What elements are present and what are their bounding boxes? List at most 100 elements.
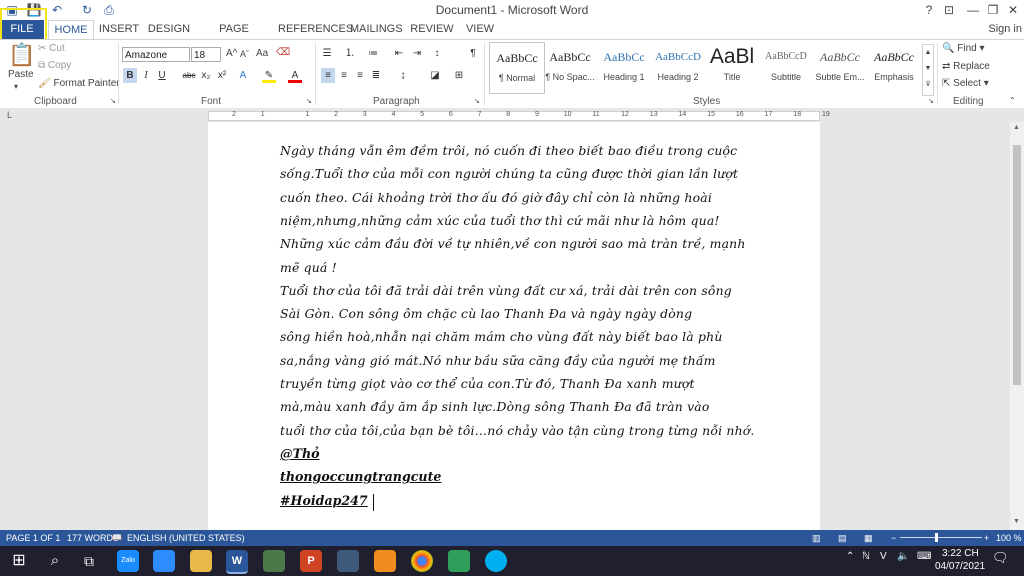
print-layout-icon[interactable]: ▤ bbox=[838, 533, 847, 544]
zoom-level[interactable]: 100 % bbox=[996, 533, 1022, 543]
paste-button[interactable]: Paste bbox=[8, 69, 34, 80]
word-taskbar-icon[interactable]: W bbox=[226, 550, 248, 574]
skype-icon[interactable] bbox=[485, 550, 507, 572]
cut-button[interactable]: ✂ Cut bbox=[38, 43, 65, 54]
styles-launcher-icon[interactable]: ↘ bbox=[928, 97, 934, 105]
document-line[interactable]: niệm,nhưng,những cảm xúc của tuổi thơ th… bbox=[280, 210, 720, 232]
style-heading-2[interactable]: AaBbCcD Heading 2 bbox=[651, 42, 705, 92]
restore-button[interactable]: ❐ bbox=[982, 0, 1004, 20]
proofing-icon[interactable]: 📖 bbox=[112, 533, 122, 542]
close-button[interactable]: ✕ bbox=[1002, 0, 1024, 20]
tab-insert[interactable]: INSERT bbox=[97, 20, 141, 39]
style-normal[interactable]: AaBbCc ¶ Normal bbox=[489, 42, 545, 94]
style-no-spacing[interactable]: AaBbCc ¶ No Spac... bbox=[543, 42, 597, 92]
tab-references[interactable]: REFERENCES bbox=[278, 20, 353, 39]
paint-icon[interactable] bbox=[337, 550, 359, 572]
style-subtle-emphasis[interactable]: AaBbCc Subtle Em... bbox=[813, 42, 867, 92]
subscript-button[interactable]: x₂ bbox=[199, 68, 213, 83]
copy-button[interactable]: ⧉ Copy bbox=[38, 60, 71, 71]
task-view-icon[interactable]: ⧉ bbox=[78, 550, 100, 572]
vertical-ruler[interactable] bbox=[0, 122, 14, 530]
app-icon[interactable] bbox=[263, 550, 285, 572]
styles-gallery-scroll[interactable]: ▲ ▼ ⊽ bbox=[922, 44, 934, 96]
speaker-icon[interactable]: 🔈 bbox=[897, 551, 909, 562]
document-line[interactable]: Ngày tháng vẫn êm đềm trôi, nó cuốn đi t… bbox=[280, 140, 737, 162]
strikethrough-button[interactable]: abc bbox=[181, 68, 197, 83]
tab-selector-icon[interactable]: L bbox=[7, 110, 12, 120]
superscript-button[interactable]: x² bbox=[215, 68, 229, 83]
read-mode-icon[interactable]: ▥ bbox=[812, 533, 821, 544]
paste-icon[interactable]: 📋 bbox=[8, 42, 35, 68]
document-line[interactable]: sống.Tuổi thơ của mỗi con người chúng ta… bbox=[280, 163, 738, 185]
document-line[interactable]: mà,màu xanh đầy ăm ắp sinh lực.Dòng sông… bbox=[280, 396, 710, 418]
format-painter-button[interactable]: 🖌 Format Painter bbox=[38, 78, 120, 89]
language-indicator[interactable]: V bbox=[880, 551, 887, 562]
font-name-box[interactable]: Amazone bbox=[122, 47, 190, 62]
scroll-up-icon[interactable]: ▲ bbox=[1013, 124, 1020, 131]
collapse-ribbon-icon[interactable]: ⌃ bbox=[1009, 96, 1016, 105]
document-line[interactable]: truyền từng giọt vào cơ thể của con.Từ đ… bbox=[280, 373, 695, 395]
minimize-button[interactable]: — bbox=[962, 0, 984, 20]
document-line[interactable]: Những xúc cảm đầu đời về tự nhiên,về con… bbox=[280, 233, 746, 255]
search-icon[interactable]: ⌕ bbox=[44, 550, 66, 572]
app-icon[interactable] bbox=[448, 550, 470, 572]
bold-button[interactable]: B bbox=[123, 68, 137, 83]
signature-line[interactable]: thongoccungtrangcute bbox=[280, 466, 441, 488]
bullets-icon[interactable]: ☰ bbox=[320, 46, 334, 61]
align-left-icon[interactable]: ≡ bbox=[321, 68, 335, 83]
tab-design[interactable]: DESIGN bbox=[146, 20, 192, 39]
document-line[interactable]: Sài Gòn. Con sông ôm chặc cù lao Thanh Đ… bbox=[280, 303, 692, 325]
scrollbar-thumb[interactable] bbox=[1013, 145, 1021, 385]
paste-dropdown-icon[interactable]: ▾ bbox=[14, 82, 18, 91]
document-line[interactable]: mẽ quá ! bbox=[280, 257, 337, 279]
numbering-icon[interactable]: ⒈ bbox=[343, 46, 357, 61]
highlight-color-icon[interactable]: ✎ bbox=[262, 68, 276, 83]
line-spacing-icon[interactable]: ↨ bbox=[396, 68, 410, 83]
justify-icon[interactable]: ≣ bbox=[369, 68, 383, 83]
zoom-slider-thumb[interactable] bbox=[935, 533, 938, 542]
zoom-in-button[interactable]: + bbox=[984, 533, 989, 543]
document-line[interactable]: Tuổi thơ của tôi đã trải dài trên vùng đ… bbox=[280, 280, 732, 302]
app-icon[interactable] bbox=[374, 550, 396, 572]
signature-line[interactable]: @Thỏ bbox=[280, 443, 320, 465]
powerpoint-icon[interactable]: P bbox=[300, 550, 322, 572]
style-emphasis[interactable]: AaBbCc Emphasis bbox=[867, 42, 921, 92]
sort-icon[interactable]: ↕ bbox=[430, 46, 444, 61]
sign-in-link[interactable]: Sign in bbox=[988, 20, 1022, 39]
tab-view[interactable]: VIEW bbox=[462, 20, 498, 39]
align-center-icon[interactable]: ≡ bbox=[337, 68, 351, 83]
shrink-font-button[interactable]: Aˇ bbox=[240, 49, 249, 59]
chrome-icon[interactable] bbox=[411, 550, 433, 572]
horizontal-ruler[interactable]: L 2 1 1 2 3 4 5 6 7 8 9 10 11 12 13 14 15 16 17 18 19 bbox=[0, 108, 1024, 122]
help-button[interactable]: ? bbox=[918, 0, 940, 20]
align-right-icon[interactable]: ≡ bbox=[353, 68, 367, 83]
scroll-down-icon[interactable]: ▼ bbox=[1013, 518, 1020, 525]
keyboard-icon[interactable]: ⌨ bbox=[917, 551, 931, 562]
multilevel-list-icon[interactable]: ≔ bbox=[366, 46, 380, 61]
show-hidden-icons[interactable]: ⌃ bbox=[846, 551, 854, 562]
document-line[interactable]: sông hiền hoà,nhẫn nại chăm mám cho vùng… bbox=[280, 326, 723, 348]
zoom-out-button[interactable]: − bbox=[891, 533, 896, 543]
shading-icon[interactable]: ◪ bbox=[428, 68, 442, 83]
select-button[interactable]: ⇱ Select ▾ bbox=[942, 78, 989, 89]
document-line[interactable]: cuốn theo. Cái khoảng trời thơ ấu đó giờ… bbox=[280, 187, 712, 209]
signature-line[interactable]: #Hoidap247 bbox=[280, 490, 368, 512]
underline-button[interactable]: U bbox=[155, 68, 169, 83]
italic-button[interactable]: I bbox=[139, 68, 153, 83]
zoom-slider[interactable] bbox=[900, 537, 982, 538]
network-icon[interactable]: ℕ bbox=[862, 551, 870, 562]
style-heading-1[interactable]: AaBbCc Heading 1 bbox=[597, 42, 651, 92]
change-case-button[interactable]: Aa bbox=[256, 48, 268, 59]
find-button[interactable]: 🔍 Find ▾ bbox=[942, 43, 985, 54]
tab-mailings[interactable]: MAILINGS bbox=[350, 20, 403, 39]
tab-home[interactable]: HOME bbox=[48, 20, 94, 40]
paragraph-launcher-icon[interactable]: ↘ bbox=[474, 97, 480, 105]
zalo-icon[interactable]: Zalo bbox=[117, 550, 139, 572]
show-hide-button[interactable]: ¶ bbox=[466, 46, 480, 61]
web-layout-icon[interactable]: ▦ bbox=[864, 533, 873, 544]
decrease-indent-icon[interactable]: ⇤ bbox=[392, 46, 406, 61]
tab-review[interactable]: REVIEW bbox=[410, 20, 454, 39]
page-count[interactable]: PAGE 1 OF 1 bbox=[6, 533, 60, 543]
document-line[interactable]: sa,nắng vàng gió mát.Nó như bầu sữa căng… bbox=[280, 350, 716, 372]
clear-formatting-icon[interactable]: ⌫ bbox=[276, 47, 290, 58]
